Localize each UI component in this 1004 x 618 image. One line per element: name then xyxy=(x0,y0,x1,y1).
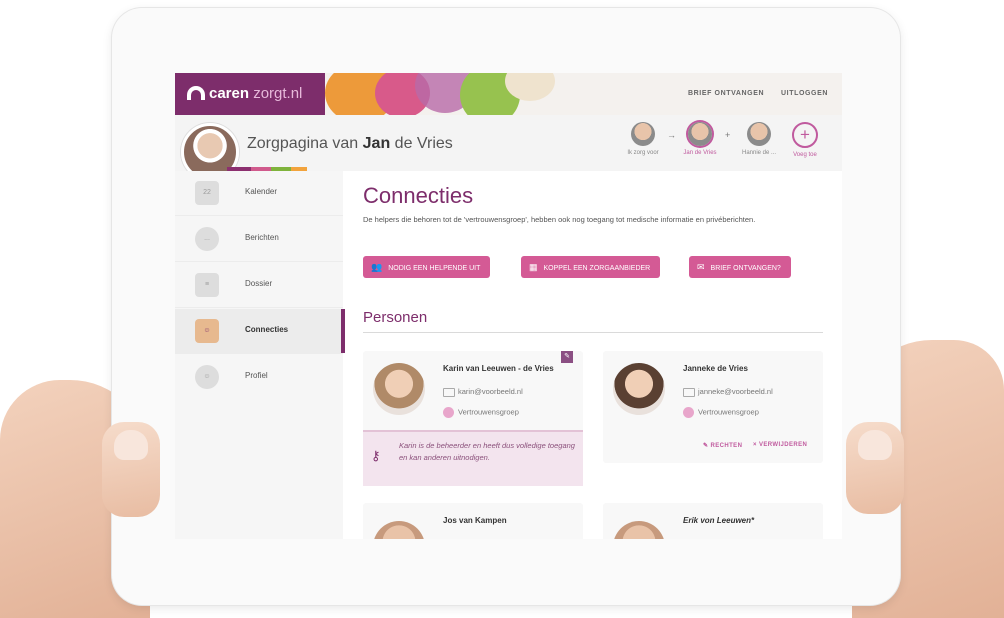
sidebar: 22 Kalender ... Berichten ≡ Dossier ☺ Co… xyxy=(175,171,343,539)
active-marker xyxy=(341,309,345,353)
person-name: Janneke de Vries xyxy=(683,364,748,373)
sidebar-item-berichten[interactable]: ... Berichten xyxy=(175,217,343,262)
button-label: NODIG EEN HELPENDE UIT xyxy=(388,265,481,272)
add-person-label: Voeg toe xyxy=(793,152,817,158)
sidebar-item-label: Berichten xyxy=(245,233,279,242)
switch-jan-de-vries[interactable]: Jan de Vries xyxy=(677,122,723,156)
plus-circle-icon: + xyxy=(792,122,818,148)
nav-brief-ontvangen[interactable]: BRIEF ONTVANGEN xyxy=(688,90,764,97)
admin-badge-icon: ✎ xyxy=(561,351,573,363)
person-card: ✎ Karin van Leeuwen - de Vries karin@voo… xyxy=(363,351,583,486)
link-provider-icon: ▦ xyxy=(529,262,538,272)
rights-label: RECHTEN xyxy=(710,443,743,449)
rights-link[interactable]: ✎ RECHTEN xyxy=(703,442,742,449)
sidebar-item-label: Kalender xyxy=(245,187,278,196)
chat-icon: ... xyxy=(195,227,219,251)
sidebar-item-label: Profiel xyxy=(245,371,268,380)
brand-bar: caren zorgt.nl xyxy=(175,73,325,115)
remove-label: VERWIJDEREN xyxy=(758,442,808,448)
right-thumb xyxy=(846,422,904,514)
link-provider-button[interactable]: ▦ KOPPEL EEN ZORGAANBIEDER xyxy=(521,256,661,278)
email-text: janneke@voorbeeld.nl xyxy=(698,387,773,396)
left-thumb xyxy=(102,422,160,517)
section-heading: Personen xyxy=(363,309,428,326)
add-people-icon: 👥 xyxy=(371,262,383,272)
invite-helper-button[interactable]: 👥 NODIG EEN HELPENDE UIT xyxy=(363,256,491,278)
sidebar-item-kalender[interactable]: 22 Kalender xyxy=(175,171,343,216)
switch-hannie[interactable]: Hannie de ... xyxy=(733,122,785,156)
remove-link[interactable]: × VERWIJDEREN xyxy=(753,442,807,448)
button-label: KOPPEL EEN ZORGAANBIEDER xyxy=(543,265,651,272)
note-text: Karin is de beheerder en heeft dus volle… xyxy=(399,441,575,462)
avatar xyxy=(373,363,425,415)
intro-text: De helpers die behoren tot de 'vertrouwe… xyxy=(363,215,756,224)
people-icon: ☺ xyxy=(195,319,219,343)
avatar xyxy=(613,363,665,415)
divider xyxy=(363,332,823,333)
group-text: Vertrouwensgroep xyxy=(458,407,519,417)
admin-note: ⚷ Karin is de beheerder en heeft dus vol… xyxy=(363,430,583,486)
sidebar-item-label: Dossier xyxy=(245,279,273,288)
keys-icon: ⚷ xyxy=(371,448,381,463)
switch-label: Ik zorg voor xyxy=(627,150,659,156)
person-email[interactable]: janneke@voorbeeld.nl xyxy=(683,387,773,397)
logo-main: caren xyxy=(209,85,250,102)
switch-label: Jan de Vries xyxy=(683,150,717,156)
email-text: karin@voorbeeld.nl xyxy=(458,387,523,396)
logo-icon xyxy=(187,86,205,100)
edit-icon: ✎ xyxy=(703,443,711,449)
group-icon xyxy=(443,407,454,418)
logo-suffix: zorgt.nl xyxy=(249,85,303,102)
calendar-icon: 22 xyxy=(195,181,219,205)
sidebar-item-label: Connecties xyxy=(245,325,289,334)
group-icon xyxy=(683,407,694,418)
receive-letter-button[interactable]: ✉ BRIEF ONTVANGEN? xyxy=(689,256,791,278)
person-email[interactable]: karin@voorbeeld.nl xyxy=(443,387,523,397)
person-card: Erik von Leeuwen* xyxy=(603,503,823,539)
person-name: Jos van Kampen xyxy=(443,516,507,525)
plus-small-icon: + xyxy=(725,130,731,140)
mail-icon xyxy=(443,387,455,397)
top-bar: caren zorgt.nl BRIEF ONTVANGEN UITLOGGEN xyxy=(175,73,842,125)
mail-icon xyxy=(683,387,695,397)
person-card: Janneke de Vries janneke@voorbeeld.nl Ve… xyxy=(603,351,823,463)
nav-uitloggen[interactable]: UITLOGGEN xyxy=(781,90,828,97)
person-card: Jos van Kampen xyxy=(363,503,583,539)
avatar xyxy=(688,122,712,146)
page-title-suffix: de Vries xyxy=(390,135,453,152)
person-name: Erik von Leeuwen* xyxy=(683,516,755,525)
sidebar-item-profiel[interactable]: ☺ Profiel xyxy=(175,355,343,399)
switch-label: Hannie de ... xyxy=(741,150,777,156)
page-title: Zorgpagina van Jan de Vries xyxy=(247,135,453,153)
add-person-button[interactable]: + Voeg toe xyxy=(787,122,823,158)
avatar xyxy=(613,521,665,539)
arrow-right-icon: → xyxy=(667,130,676,140)
logo[interactable]: caren zorgt.nl xyxy=(209,85,302,102)
person-group: Vertrouwensgroep xyxy=(443,407,519,418)
sidebar-item-connecties[interactable]: ☺ Connecties xyxy=(175,309,343,354)
page-heading: Connecties xyxy=(363,183,474,208)
person-name: Karin van Leeuwen - de Vries xyxy=(443,364,554,373)
app-screen: caren zorgt.nl BRIEF ONTVANGEN UITLOGGEN… xyxy=(175,73,842,539)
avatar xyxy=(631,122,655,146)
avatar xyxy=(373,521,425,539)
thumb-nail xyxy=(114,430,148,460)
person-icon: ☺ xyxy=(195,365,219,389)
group-text: Vertrouwensgroep xyxy=(698,407,759,417)
mail-icon: ✉ xyxy=(697,262,705,272)
thumb-nail xyxy=(858,430,892,460)
page-title-name: Jan xyxy=(362,135,391,152)
page-title-prefix: Zorgpagina van xyxy=(247,135,363,152)
switch-ik-zorg-voor[interactable]: Ik zorg voor xyxy=(621,122,665,156)
avatar xyxy=(747,122,771,146)
sidebar-item-dossier[interactable]: ≡ Dossier xyxy=(175,263,343,308)
clipboard-icon: ≡ xyxy=(195,273,219,297)
button-label: BRIEF ONTVANGEN? xyxy=(710,265,781,272)
person-group: Vertrouwensgroep xyxy=(683,407,759,418)
